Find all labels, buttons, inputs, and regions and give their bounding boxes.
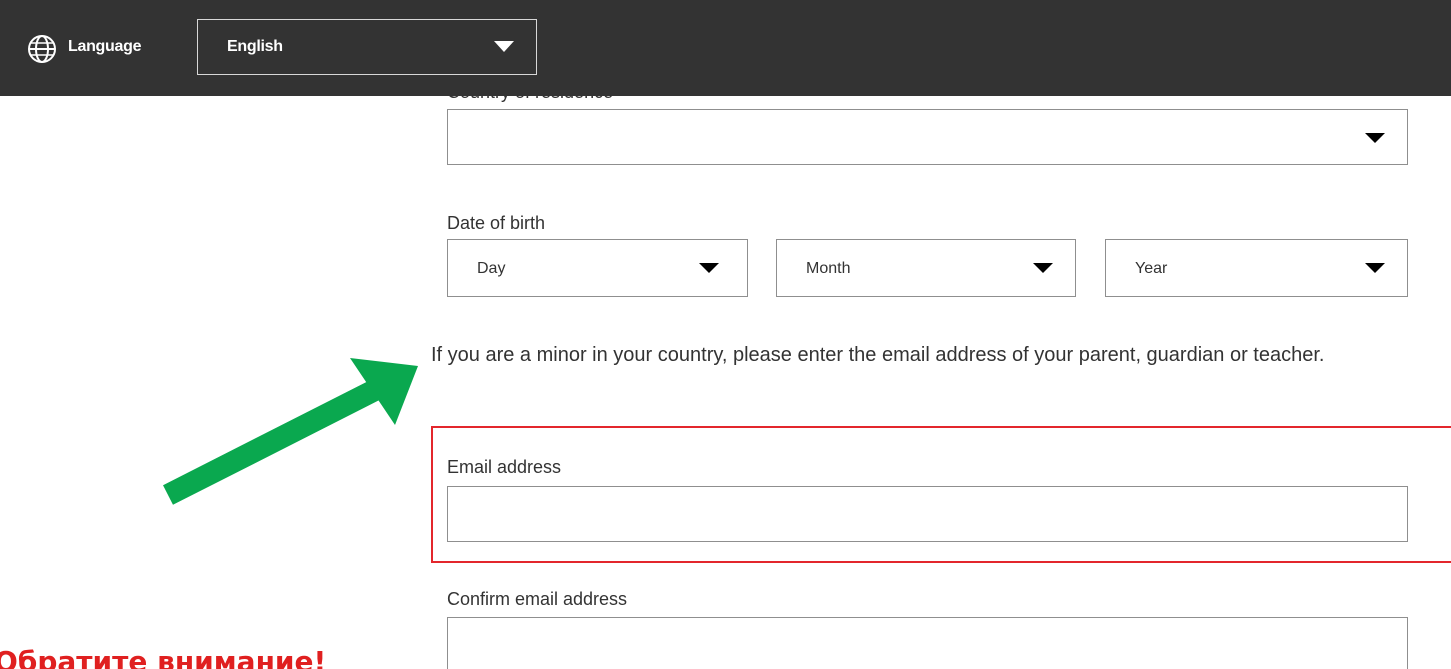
warning-text: Обратите внимание! xyxy=(0,645,327,669)
country-select[interactable] xyxy=(447,109,1408,165)
minor-notice: If you are a minor in your country, plea… xyxy=(431,344,1325,366)
page: Language English Country of residence Da… xyxy=(0,0,1451,669)
chevron-down-icon xyxy=(494,41,514,52)
annotation-arrow-icon xyxy=(163,358,418,505)
confirm-email-label: Confirm email address xyxy=(447,589,628,609)
dob-year-value: Year xyxy=(1135,260,1168,277)
top-bar: Language English xyxy=(0,0,1451,96)
email-field[interactable] xyxy=(447,486,1408,542)
language-label: Language xyxy=(68,38,142,55)
dob-month-value: Month xyxy=(806,260,851,277)
dob-day-value: Day xyxy=(477,260,506,277)
chevron-down-icon xyxy=(699,263,719,273)
dob-label: Date of birth xyxy=(447,213,546,233)
confirm-email-field[interactable] xyxy=(447,617,1408,669)
chevron-down-icon xyxy=(1365,263,1385,273)
chevron-down-icon xyxy=(1365,133,1385,143)
globe-icon xyxy=(28,35,56,63)
email-label: Email address xyxy=(447,457,562,477)
dob-year-select[interactable]: Year xyxy=(1105,239,1408,297)
dob-day-select[interactable]: Day xyxy=(447,239,748,297)
dob-month-select[interactable]: Month xyxy=(776,239,1076,297)
chevron-down-icon xyxy=(1033,263,1053,273)
language-select[interactable]: English xyxy=(197,19,537,75)
language-select-value: English xyxy=(227,38,283,55)
